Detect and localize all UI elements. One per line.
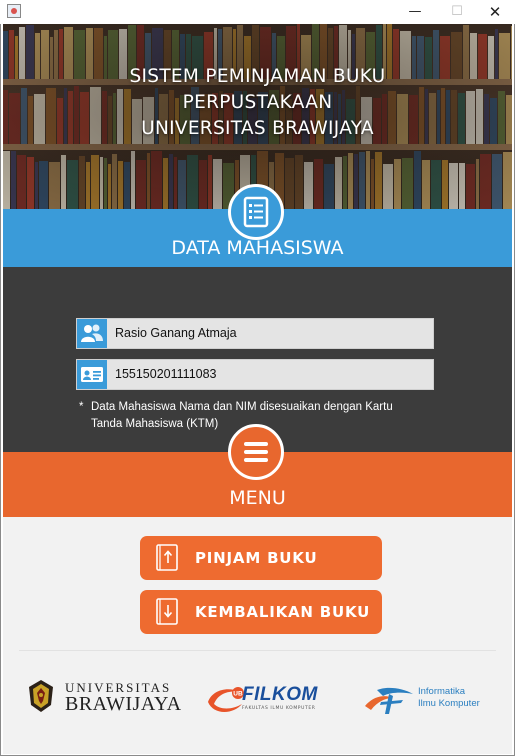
- window-titlebar: — ☐ ✕: [0, 0, 515, 24]
- app-title-line: PERPUSTAKAAN: [182, 92, 333, 113]
- app-title-line: UNIVERSITAS BRAWIJAYA: [141, 118, 374, 139]
- app-title: SISTEM PEMINJAMAN BUKU PERPUSTAKAAN UNIV…: [3, 64, 512, 142]
- informatika-line1: Informatika: [418, 686, 465, 697]
- filkom-logo: UB FILKOM FAKULTAS ILMU KOMPUTER: [206, 682, 336, 716]
- filkom-swoosh-icon: UB: [208, 687, 244, 712]
- borrow-book-button[interactable]: PINJAM BUKU: [140, 536, 382, 580]
- id-card-icon: [77, 360, 107, 389]
- return-book-button[interactable]: KEMBALIKAN BUKU: [140, 590, 382, 634]
- minimize-button[interactable]: —: [395, 0, 435, 24]
- brawijaya-crest-icon: [29, 680, 53, 712]
- book-download-icon: [156, 598, 178, 625]
- book-upload-icon: [156, 544, 178, 571]
- informatika-line2: Ilmu Komputer: [418, 698, 480, 709]
- student-nim-value[interactable]: 155150201111083: [115, 360, 217, 389]
- close-button[interactable]: ✕: [475, 0, 515, 24]
- hamburger-menu-icon: [228, 424, 284, 480]
- student-nim-field[interactable]: 155150201111083: [76, 359, 434, 390]
- borrow-book-label: PINJAM BUKU: [195, 549, 318, 567]
- library-header-banner: SISTEM PEMINJAMAN BUKU PERPUSTAKAAN UNIV…: [3, 24, 512, 209]
- java-app-icon: [7, 4, 21, 18]
- filkom-wordmark: FILKOM: [242, 684, 318, 705]
- student-name-value[interactable]: Rasio Ganang Atmaja: [115, 319, 237, 348]
- users-icon: [77, 319, 107, 348]
- brawijaya-logo: UNIVERSITAS BRAWIJAYA: [27, 677, 181, 717]
- menu-title: MENU: [229, 487, 286, 509]
- informatika-logo: Informatika Ilmu Komputer: [363, 682, 488, 718]
- student-name-field[interactable]: Rasio Ganang Atmaja: [76, 318, 434, 349]
- list-document-icon: [228, 184, 284, 240]
- maximize-button[interactable]: ☐: [437, 0, 477, 24]
- informatika-mark-icon: [365, 687, 413, 714]
- window-frame: SISTEM PEMINJAMAN BUKU PERPUSTAKAAN UNIV…: [0, 24, 515, 756]
- footer-divider: [19, 650, 496, 651]
- menu-panel: PINJAM BUKU KEMBALIKAN BUKU UNIVERSITAS …: [3, 517, 512, 754]
- note-asterisk: *: [79, 401, 84, 413]
- app-title-line: SISTEM PEMINJAMAN BUKU: [129, 66, 386, 87]
- filkom-subtitle: FAKULTAS ILMU KOMPUTER: [242, 706, 316, 711]
- return-book-label: KEMBALIKAN BUKU: [195, 603, 371, 621]
- app-content: SISTEM PEMINJAMAN BUKU PERPUSTAKAAN UNIV…: [3, 24, 512, 754]
- brawijaya-logo-line2: BRAWIJAYA: [65, 693, 182, 715]
